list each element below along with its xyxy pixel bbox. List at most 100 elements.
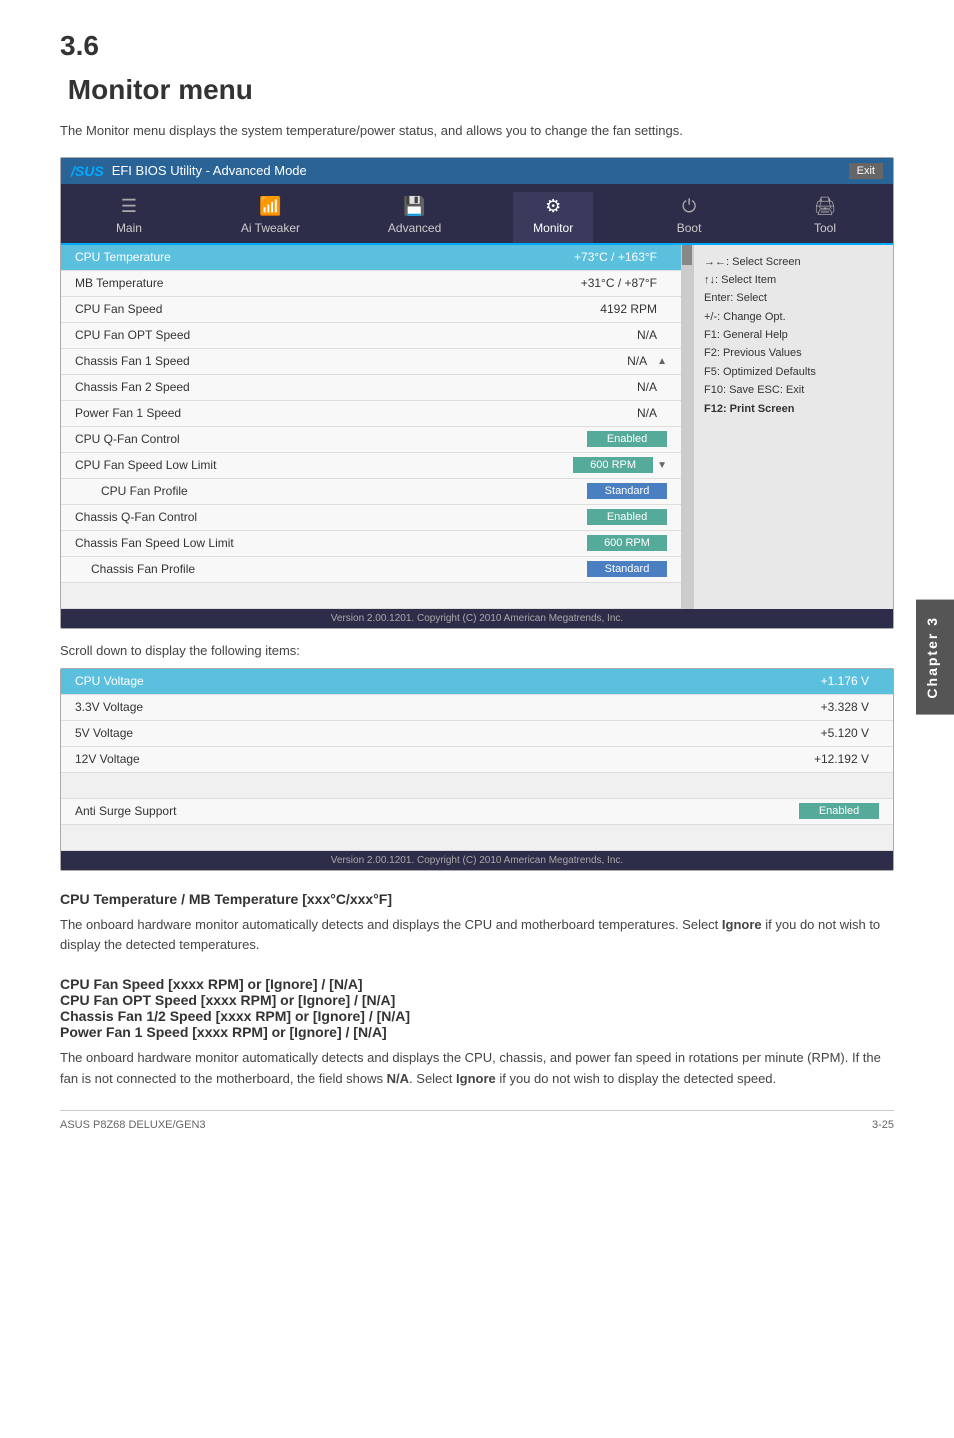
help-change-opt: +/-: Change Opt. [704, 310, 883, 325]
row-spacer2 [61, 773, 893, 799]
row-mb-temperature: MB Temperature +31°C / +87°F [61, 271, 681, 297]
scroll-down-label: Scroll down to display the following ite… [60, 643, 894, 658]
chassis-fan2-label: Chassis Fan 2 Speed [75, 380, 637, 394]
help-f1: F1: General Help [704, 328, 883, 343]
nav-main-icon: ☰ [121, 196, 137, 217]
chassis-fan-low-limit-label: Chassis Fan Speed Low Limit [75, 536, 587, 550]
cpu-qfan-badge[interactable]: Enabled [587, 431, 667, 447]
chassis-qfan-badge[interactable]: Enabled [587, 509, 667, 525]
power-fan1-label: Power Fan 1 Speed [75, 406, 637, 420]
help-select-item: ↑↓: Select Item [704, 273, 883, 288]
titlebar-left: /SUS EFI BIOS Utility - Advanced Mode [71, 163, 307, 179]
row-5v-voltage: 5V Voltage +5.120 V [61, 721, 893, 747]
fan-speed-line4: Power Fan 1 Speed [xxxx RPM] or [Ignore]… [60, 1024, 894, 1040]
nav-advanced-label: Advanced [388, 221, 441, 235]
nav-ai-tweaker[interactable]: 📶 Ai Tweaker [225, 192, 316, 243]
bios-title-text: EFI BIOS Utility - Advanced Mode [112, 163, 307, 178]
bios-scroll-thumb [682, 245, 692, 265]
cpu-fan-opt-label: CPU Fan OPT Speed [75, 328, 637, 342]
row-cpu-fan-speed: CPU Fan Speed 4192 RPM [61, 297, 681, 323]
bios-window-main: /SUS EFI BIOS Utility - Advanced Mode Ex… [60, 157, 894, 629]
row-cpu-qfan-control: CPU Q-Fan Control Enabled [61, 427, 681, 453]
nav-boot-icon: ⏻ [682, 196, 696, 217]
help-f12: F12: Print Screen [704, 402, 883, 417]
row-spacer3 [61, 825, 893, 851]
bios-scrollbar[interactable] [681, 245, 693, 609]
row-chassis-qfan-control: Chassis Q-Fan Control Enabled [61, 505, 681, 531]
cpu-qfan-label: CPU Q-Fan Control [75, 432, 587, 446]
help-f2: F2: Previous Values [704, 346, 883, 361]
fan-speed-line2: CPU Fan OPT Speed [xxxx RPM] or [Ignore]… [60, 992, 894, 1008]
nav-boot[interactable]: ⏻ Boot [649, 192, 729, 243]
chassis-fan1-label: Chassis Fan 1 Speed [75, 354, 627, 368]
fan-speed-line3: Chassis Fan 1/2 Speed [xxxx RPM] or [Ign… [60, 1008, 894, 1024]
row-chassis-fan2-speed: Chassis Fan 2 Speed N/A [61, 375, 681, 401]
mb-temp-value: +31°C / +87°F [581, 276, 657, 290]
bios-window-secondary: CPU Voltage +1.176 V 3.3V Voltage +3.328… [60, 668, 894, 871]
asus-logo: /SUS [71, 163, 104, 179]
footer-right: 3-25 [872, 1119, 894, 1131]
nav-monitor-label: Monitor [533, 221, 573, 235]
nav-advanced[interactable]: 💾 Advanced [372, 192, 457, 243]
cpu-fan-low-limit-badge[interactable]: 600 RPM [573, 457, 653, 473]
mb-temp-label: MB Temperature [75, 276, 581, 290]
chassis-fan-profile-label: Chassis Fan Profile [75, 562, 587, 576]
cpu-voltage-label: CPU Voltage [75, 674, 821, 688]
page-footer: ASUS P8Z68 DELUXE/GEN3 3-25 [60, 1110, 894, 1131]
help-enter-select: Enter: Select [704, 291, 883, 306]
chapter-tab: Chapter 3 [916, 600, 954, 715]
row-anti-surge: Anti Surge Support Enabled [61, 799, 893, 825]
cpu-fan-speed-value: 4192 RPM [600, 302, 657, 316]
nav-monitor-icon: ⚙ [545, 196, 561, 217]
bios-titlebar: /SUS EFI BIOS Utility - Advanced Mode Ex… [61, 158, 893, 184]
nav-tool[interactable]: 🖨 Tool [785, 192, 865, 243]
cpu-fan-opt-value: N/A [637, 328, 657, 342]
bios-nav: ☰ Main 📶 Ai Tweaker 💾 Advanced ⚙ Monitor… [61, 184, 893, 245]
bios-footer-2: Version 2.00.1201. Copyright (C) 2010 Am… [61, 851, 893, 870]
nav-ai-tweaker-icon: 📶 [259, 196, 281, 217]
row-cpu-fan-opt-speed: CPU Fan OPT Speed N/A [61, 323, 681, 349]
exit-button[interactable]: Exit [849, 163, 883, 179]
nav-advanced-icon: 💾 [403, 196, 425, 217]
sub-heading-fan-speeds: CPU Fan Speed [xxxx RPM] or [Ignore] / [… [60, 976, 894, 1040]
row-12v-voltage: 12V Voltage +12.192 V [61, 747, 893, 773]
row-33v-voltage: 3.3V Voltage +3.328 V [61, 695, 893, 721]
anti-surge-label: Anti Surge Support [75, 804, 799, 818]
nav-tool-label: Tool [814, 221, 836, 235]
nav-main[interactable]: ☰ Main [89, 192, 169, 243]
bios-content-area: CPU Temperature +73°C / +163°F MB Temper… [61, 245, 893, 609]
5v-label: 5V Voltage [75, 726, 821, 740]
5v-value: +5.120 V [821, 726, 869, 740]
chassis-fan2-value: N/A [637, 380, 657, 394]
row-cpu-temperature: CPU Temperature +73°C / +163°F [61, 245, 681, 271]
power-fan1-value: N/A [637, 406, 657, 420]
chassis-fan-low-limit-badge[interactable]: 600 RPM [587, 535, 667, 551]
page-title: Monitor menu [60, 74, 253, 105]
chassis-fan-profile-badge[interactable]: Standard [587, 561, 667, 577]
anti-surge-badge[interactable]: Enabled [799, 803, 879, 819]
body-text-fan-speeds: The onboard hardware monitor automatical… [60, 1048, 894, 1090]
chassis-qfan-label: Chassis Q-Fan Control [75, 510, 587, 524]
bios-main-panel-2: CPU Voltage +1.176 V 3.3V Voltage +3.328… [61, 669, 893, 851]
row-cpu-fan-speed-low-limit: CPU Fan Speed Low Limit 600 RPM ▼ [61, 453, 681, 479]
cpu-fan-speed-label: CPU Fan Speed [75, 302, 600, 316]
nav-tool-icon: 🖨 [814, 196, 837, 217]
33v-label: 3.3V Voltage [75, 700, 821, 714]
section-description: The Monitor menu displays the system tem… [60, 121, 894, 141]
row-power-fan1-speed: Power Fan 1 Speed N/A [61, 401, 681, 427]
row-spacer [61, 583, 681, 609]
row-chassis-fan-speed-low-limit: Chassis Fan Speed Low Limit 600 RPM [61, 531, 681, 557]
body-text-cpu-temp: The onboard hardware monitor automatical… [60, 915, 894, 957]
row-cpu-fan-profile: CPU Fan Profile Standard [61, 479, 681, 505]
cpu-fan-low-limit-label: CPU Fan Speed Low Limit [75, 458, 573, 472]
help-f5: F5: Optimized Defaults [704, 365, 883, 380]
nav-main-label: Main [116, 221, 142, 235]
cpu-fan-profile-label: CPU Fan Profile [85, 484, 587, 498]
title-text: Monitor menu [68, 74, 253, 105]
cpu-voltage-value: +1.176 V [821, 674, 869, 688]
nav-monitor[interactable]: ⚙ Monitor [513, 192, 593, 243]
cpu-temp-label: CPU Temperature [75, 250, 574, 264]
cpu-fan-profile-badge[interactable]: Standard [587, 483, 667, 499]
sub-heading-cpu-temp: CPU Temperature / MB Temperature [xxx°C/… [60, 891, 894, 907]
fan-speed-line1: CPU Fan Speed [xxxx RPM] or [Ignore] / [… [60, 976, 894, 992]
